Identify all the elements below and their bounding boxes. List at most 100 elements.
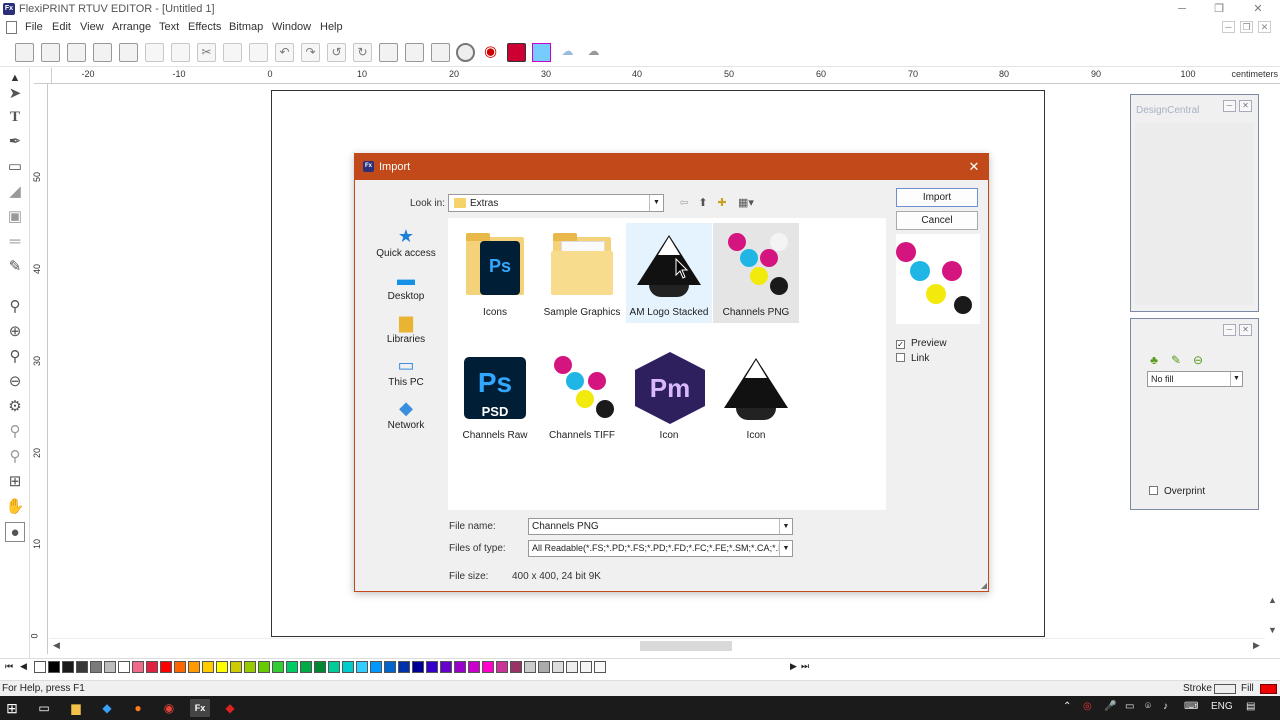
zoom-out-tool-icon[interactable]: ⊖: [5, 372, 25, 392]
text-tool-icon[interactable]: T: [5, 107, 25, 127]
color-swatch[interactable]: [230, 661, 242, 673]
group-icon[interactable]: [405, 43, 424, 62]
color-swatch[interactable]: [538, 661, 550, 673]
color-swatch[interactable]: [216, 661, 228, 673]
redo-icon[interactable]: ↷: [301, 43, 320, 62]
look-in-select[interactable]: Extras ▼: [448, 194, 664, 212]
color-swatch[interactable]: [202, 661, 214, 673]
up-folder-icon[interactable]: ⬆: [695, 195, 711, 211]
chevron-down-icon[interactable]: ▼: [779, 541, 792, 556]
mdi-restore-icon[interactable]: ❐: [1240, 21, 1253, 33]
back-icon[interactable]: ⇦: [676, 195, 692, 211]
cloud-icon[interactable]: ☁: [558, 43, 577, 62]
ruler-corner[interactable]: [34, 68, 52, 84]
overprint-checkbox[interactable]: [1149, 486, 1158, 495]
place-this-pc[interactable]: ▭ This PC: [371, 355, 441, 388]
color-swatch[interactable]: [342, 661, 354, 673]
undo-list-icon[interactable]: ↺: [327, 43, 346, 62]
open-icon[interactable]: [41, 43, 60, 62]
menu-bitmap[interactable]: Bitmap: [229, 21, 263, 33]
color-grid-icon[interactable]: [507, 43, 526, 62]
preview-option[interactable]: ✓ Preview: [896, 338, 947, 349]
cancel-button[interactable]: Cancel: [896, 211, 978, 230]
color-swatch[interactable]: [90, 661, 102, 673]
color-swatch[interactable]: [370, 661, 382, 673]
color-swatch[interactable]: [132, 661, 144, 673]
scroll-up-icon[interactable]: ▲: [1268, 595, 1277, 605]
import-icon[interactable]: [93, 43, 112, 62]
color-swatch[interactable]: [468, 661, 480, 673]
fill-swatch[interactable]: [1260, 684, 1277, 694]
link-checkbox[interactable]: [896, 353, 905, 362]
measure-tool-icon[interactable]: ═: [5, 232, 25, 252]
magnifier-icon[interactable]: ◉: [481, 43, 500, 62]
import-button[interactable]: Import: [896, 188, 978, 207]
menu-file[interactable]: File: [25, 21, 43, 33]
color-swatch[interactable]: [272, 661, 284, 673]
mdi-close-icon[interactable]: ✕: [1258, 21, 1271, 33]
palette-first-icon[interactable]: ⏮: [5, 661, 13, 672]
color-swatch[interactable]: [384, 661, 396, 673]
zoom-all-tool-icon[interactable]: ⚙: [5, 397, 25, 417]
color-swatch[interactable]: [356, 661, 368, 673]
color-swatch[interactable]: [118, 661, 130, 673]
color-swatch[interactable]: [510, 661, 522, 673]
document-icon[interactable]: [6, 21, 17, 34]
color-wheel-icon[interactable]: [456, 43, 475, 62]
color-swatch[interactable]: [48, 661, 60, 673]
select-tool-icon[interactable]: ➤: [5, 84, 25, 104]
volume-icon[interactable]: ♪: [1163, 701, 1168, 712]
palette-prev-icon[interactable]: ◀: [20, 661, 27, 672]
new-icon[interactable]: [15, 43, 34, 62]
place-libraries[interactable]: ▆ Libraries: [371, 312, 441, 345]
zoom-fit-tool-icon[interactable]: ⚲: [5, 347, 25, 367]
ime-icon[interactable]: ⌨: [1184, 701, 1198, 712]
overprint-option[interactable]: Overprint: [1149, 486, 1205, 497]
panel-close-icon[interactable]: ✕: [1239, 100, 1252, 112]
zoom-tool-icon[interactable]: ⚲: [5, 297, 25, 317]
vertical-scrollbar[interactable]: ▲ ▼: [1265, 85, 1280, 638]
color-swatch[interactable]: [496, 661, 508, 673]
color-swatch[interactable]: [482, 661, 494, 673]
color-palette-icon[interactable]: [532, 43, 551, 62]
file-item[interactable]: AM Logo Stacked: [626, 223, 712, 323]
file-item[interactable]: Ps PSD Channels Raw: [452, 346, 538, 446]
notifications-icon[interactable]: ▤: [1246, 701, 1255, 712]
horizontal-ruler[interactable]: -20 -10 0 10 20 30 40 50 60 70 80 90 100…: [52, 68, 1280, 84]
microphone-icon[interactable]: 🎤: [1104, 701, 1116, 712]
color-swatch[interactable]: [300, 661, 312, 673]
fill-pen-icon[interactable]: ✎: [1169, 353, 1183, 367]
vertical-ruler[interactable]: 50 40 30 20 10 0: [30, 84, 48, 654]
place-desktop[interactable]: ▬ Desktop: [371, 269, 441, 302]
color-swatch[interactable]: [412, 661, 424, 673]
mdi-minimize-icon[interactable]: ─: [1222, 21, 1235, 33]
app-taskbar-icon[interactable]: ◆: [221, 699, 239, 717]
palette-next-icon[interactable]: ▶: [790, 661, 797, 672]
print-preview-icon[interactable]: [171, 43, 190, 62]
color-swatch[interactable]: [258, 661, 270, 673]
close-icon[interactable]: ✕: [1248, 2, 1268, 16]
cut-icon[interactable]: ✂: [197, 43, 216, 62]
task-view-icon[interactable]: ▭: [35, 699, 53, 717]
panel-close-icon[interactable]: ✕: [1239, 324, 1252, 336]
eyedropper-tool-icon[interactable]: ✎: [5, 257, 25, 277]
panel-minimize-icon[interactable]: ─: [1223, 324, 1236, 336]
file-item[interactable]: Pm Icon: [626, 346, 712, 446]
undo-icon[interactable]: ↶: [275, 43, 294, 62]
preview-checkbox[interactable]: ✓: [896, 340, 905, 349]
color-swatch[interactable]: [524, 661, 536, 673]
restore-icon[interactable]: ❐: [1209, 2, 1229, 16]
export-icon[interactable]: [119, 43, 138, 62]
palette-last-icon[interactable]: ⏭: [801, 661, 809, 672]
color-swatch[interactable]: [566, 661, 578, 673]
color-swatch[interactable]: [104, 661, 116, 673]
align-icon[interactable]: [379, 43, 398, 62]
color-swatch[interactable]: [286, 661, 298, 673]
scroll-thumb[interactable]: [640, 641, 732, 651]
file-item[interactable]: Channels PNG: [713, 223, 799, 323]
color-swatch[interactable]: [62, 661, 74, 673]
fill-select[interactable]: No fill ▼: [1147, 371, 1243, 387]
color-swatch[interactable]: [426, 661, 438, 673]
zoom-in-tool-icon[interactable]: ⊕: [5, 322, 25, 342]
cloud-upload-icon[interactable]: ☁: [584, 43, 603, 62]
